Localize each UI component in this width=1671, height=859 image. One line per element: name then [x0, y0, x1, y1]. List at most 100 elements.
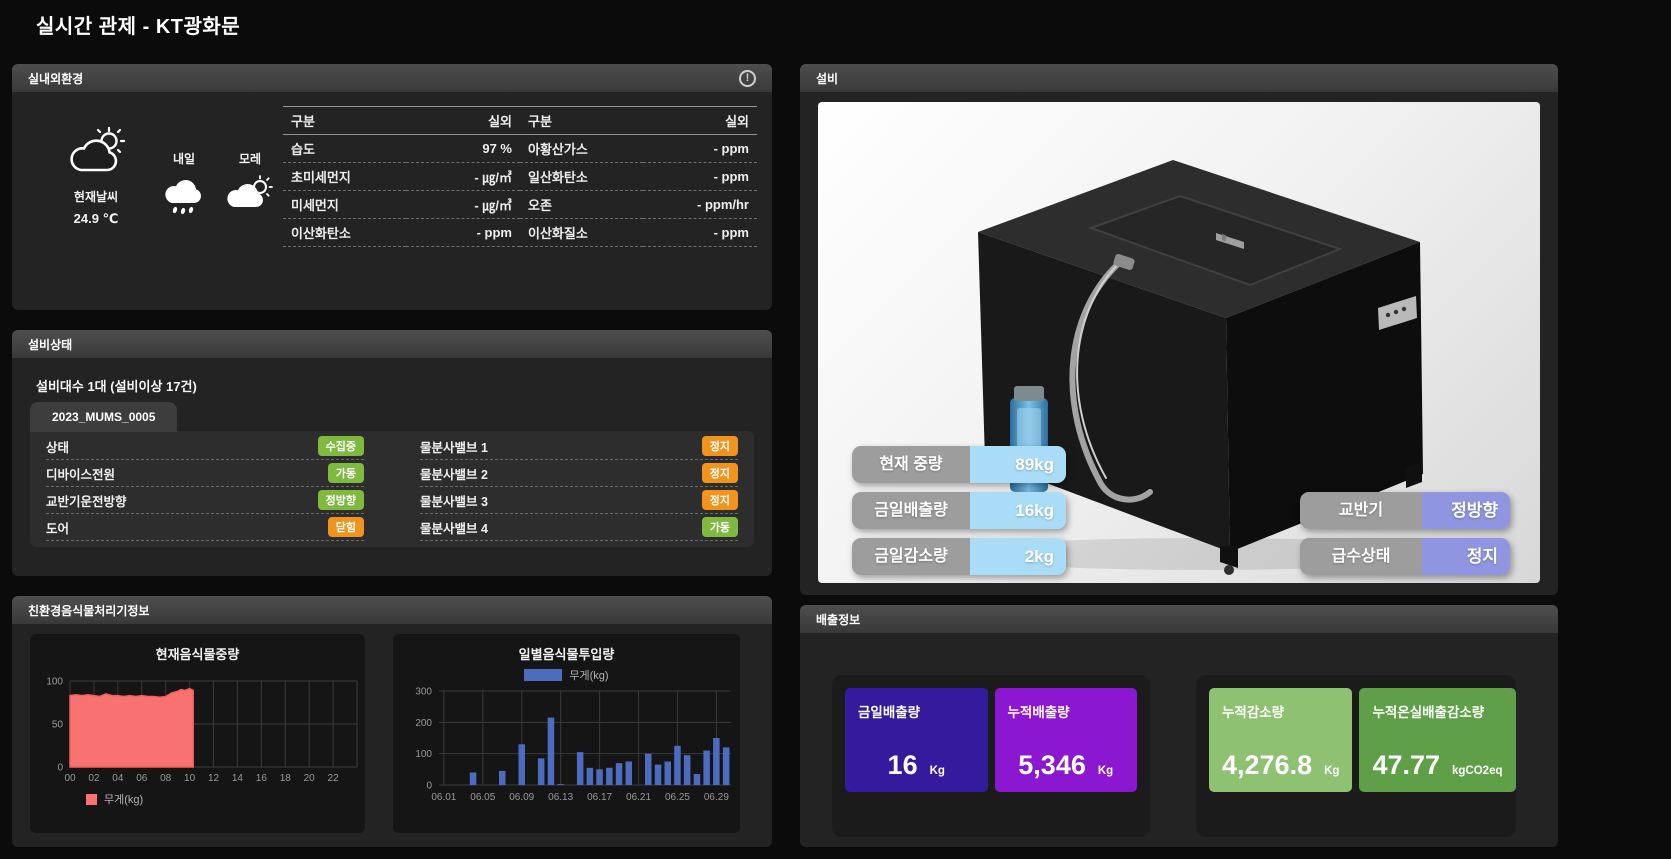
svg-text:06.25: 06.25 — [665, 792, 690, 803]
status-badge: 정지 — [702, 490, 738, 510]
metric-value: - ppm — [406, 219, 520, 247]
status-cell: 상태 수집중 — [46, 433, 364, 460]
panel-header-equipment: 설비 — [800, 64, 1558, 92]
svg-text:14: 14 — [232, 773, 244, 784]
metric-value: 2kg — [970, 538, 1066, 575]
cloud-sun-icon — [226, 175, 274, 217]
metric-value: 89kg — [970, 446, 1066, 483]
legend-swatch — [524, 669, 562, 681]
current-weather: 현재날씨 24.9 ℃ — [40, 126, 152, 227]
svg-text:0: 0 — [426, 781, 432, 792]
card-title: 누적감소량 — [1222, 701, 1339, 721]
status-cell: 물분사밸브 4 가동 — [420, 514, 738, 541]
card-total-ghg-reduction: 누적온실배출감소량 47.77 kgCO2eq — [1359, 688, 1515, 792]
panel-header-environment: 실내외환경 ! — [12, 64, 772, 92]
svg-text:0: 0 — [57, 763, 63, 774]
card-title: 금일배출량 — [858, 701, 975, 721]
panel-title-equipment-status: 설비상태 — [28, 336, 72, 353]
status-label: 물분사밸브 3 — [420, 491, 488, 510]
metric-today-discharge: 금일배출량 16kg — [852, 492, 1066, 529]
panel-header-food-processor: 친환경음식물처리기정보 — [12, 596, 772, 624]
chart-title: 일별음식물투입량 — [393, 634, 740, 663]
metric-value: 정방향 — [1422, 492, 1510, 529]
metric-water-supply: 급수상태 정지 — [1300, 538, 1510, 575]
info-icon[interactable]: ! — [739, 70, 756, 87]
card-unit: Kg — [1324, 765, 1339, 777]
svg-text:06.09: 06.09 — [509, 792, 534, 803]
equipment-photo: 현재 중량 89kg 금일배출량 16kg 금일감소량 2kg 교반기 — [818, 102, 1540, 583]
svg-text:06.01: 06.01 — [431, 792, 456, 803]
metric-current-weight: 현재 중량 89kg — [852, 446, 1066, 483]
metric-value: - ㎍/㎥ — [406, 163, 520, 191]
status-cell: 물분사밸브 3 정지 — [420, 487, 738, 514]
metric-label: 아황산가스 — [520, 135, 643, 163]
emission-group-reduction: 누적감소량 4,276.8 Kg 누적온실배출감소량 47.77 kgCO2eq — [1196, 675, 1516, 837]
svg-text:04: 04 — [112, 773, 124, 784]
svg-text:100: 100 — [46, 677, 63, 688]
forecast-day-after-tomorrow: 모레 — [226, 140, 274, 217]
area-chart: 000204060810121416182022050100 — [30, 671, 365, 789]
status-label: 물분사밸브 2 — [420, 464, 488, 483]
card-unit: kgCO2eq — [1452, 765, 1503, 777]
status-badge: 가동 — [328, 463, 364, 483]
column-header: 구분 — [520, 107, 643, 135]
metric-label: 일산화탄소 — [520, 163, 643, 191]
panel-header-equipment-status: 설비상태 — [12, 330, 772, 358]
metric-value: - ㎍/㎥ — [406, 191, 520, 219]
metric-value: 97 % — [406, 135, 520, 163]
metric-agitator: 교반기 정방향 — [1300, 492, 1510, 529]
svg-text:50: 50 — [52, 720, 64, 731]
status-badge: 가동 — [702, 517, 738, 537]
weight-metrics-overlay: 현재 중량 89kg 금일배출량 16kg 금일감소량 2kg — [852, 446, 1066, 575]
emission-group-discharge: 금일배출량 16 Kg 누적배출량 5,346 Kg — [832, 675, 1150, 837]
status-row: 교반기운전방향 정방향 물분사밸브 3 정지 — [46, 487, 738, 514]
svg-text:100: 100 — [415, 749, 432, 760]
status-cell: 물분사밸브 1 정지 — [420, 433, 738, 460]
panel-title-equipment: 설비 — [816, 70, 838, 87]
card-title: 누적배출량 — [1008, 701, 1125, 721]
status-badge: 정지 — [702, 436, 738, 456]
chart-daily-food-input: 일별음식물투입량 무게(kg) 06.0106.0506.0906.1306.1… — [393, 634, 740, 833]
metric-label: 미세먼지 — [283, 191, 406, 219]
panel-title-environment: 실내외환경 — [28, 70, 83, 87]
metric-label: 이산화탄소 — [283, 219, 406, 247]
metric-value: 정지 — [1422, 538, 1510, 575]
status-label: 디바이스전원 — [46, 464, 115, 483]
current-temperature: 24.9 ℃ — [40, 211, 152, 227]
panel-equipment-status: 설비상태 설비대수 1대 (설비이상 17건) 2023_MUMS_0005 상… — [12, 330, 772, 576]
card-today-discharge: 금일배출량 16 Kg — [845, 688, 988, 792]
legend-label: 무게(kg) — [569, 667, 608, 683]
svg-text:06.13: 06.13 — [548, 792, 573, 803]
svg-text:00: 00 — [64, 773, 76, 784]
table-row: 미세먼지 - ㎍/㎥ 오존 - ppm/hr — [283, 191, 757, 219]
card-total-discharge: 누적배출량 5,346 Kg — [995, 688, 1138, 792]
panel-emission-info: 배출정보 금일배출량 16 Kg 누적배출량 5,346 Kg — [800, 605, 1558, 847]
svg-text:06.05: 06.05 — [470, 792, 495, 803]
panel-indoor-outdoor-environment: 실내외환경 ! 현재날씨 24.9 ℃ — [12, 64, 772, 310]
status-row: 상태 수집중 물분사밸브 1 정지 — [46, 433, 738, 460]
panel-food-processor-info: 친환경음식물처리기정보 현재음식물중량 00020406081012141618… — [12, 596, 772, 847]
svg-text:06.29: 06.29 — [704, 792, 729, 803]
metric-label: 초미세먼지 — [283, 163, 406, 191]
svg-text:300: 300 — [415, 687, 432, 698]
status-table: 상태 수집중 물분사밸브 1 정지 디바이스전원 가동 물분사밸브 2 — [30, 431, 754, 547]
rain-cloud-icon — [162, 175, 206, 217]
legend-label: 무게(kg) — [104, 791, 143, 807]
table-row: 이산화탄소 - ppm 이산화질소 - ppm — [283, 219, 757, 247]
cloud-sun-icon — [65, 126, 127, 178]
status-badge: 수집중 — [318, 436, 364, 456]
svg-text:18: 18 — [280, 773, 292, 784]
metric-value: - ppm — [643, 163, 757, 191]
weather-block: 현재날씨 24.9 ℃ 내일 — [40, 126, 275, 227]
status-label: 도어 — [46, 518, 69, 537]
metric-value: 16kg — [970, 492, 1066, 529]
tab-device-2023-mums-0005[interactable]: 2023_MUMS_0005 — [30, 402, 177, 432]
card-value: 4,276.8 — [1222, 750, 1312, 781]
card-unit: Kg — [930, 765, 945, 777]
column-header: 실외 — [406, 107, 520, 135]
status-label: 교반기운전방향 — [46, 491, 127, 510]
metric-value: - ppm/hr — [643, 191, 757, 219]
environment-table: 구분 실외 구분 실외 습도 97 % 아황산가스 - ppm 초미세먼지 — [283, 106, 757, 247]
panel-header-emission: 배출정보 — [800, 605, 1558, 633]
svg-text:10: 10 — [184, 773, 196, 784]
